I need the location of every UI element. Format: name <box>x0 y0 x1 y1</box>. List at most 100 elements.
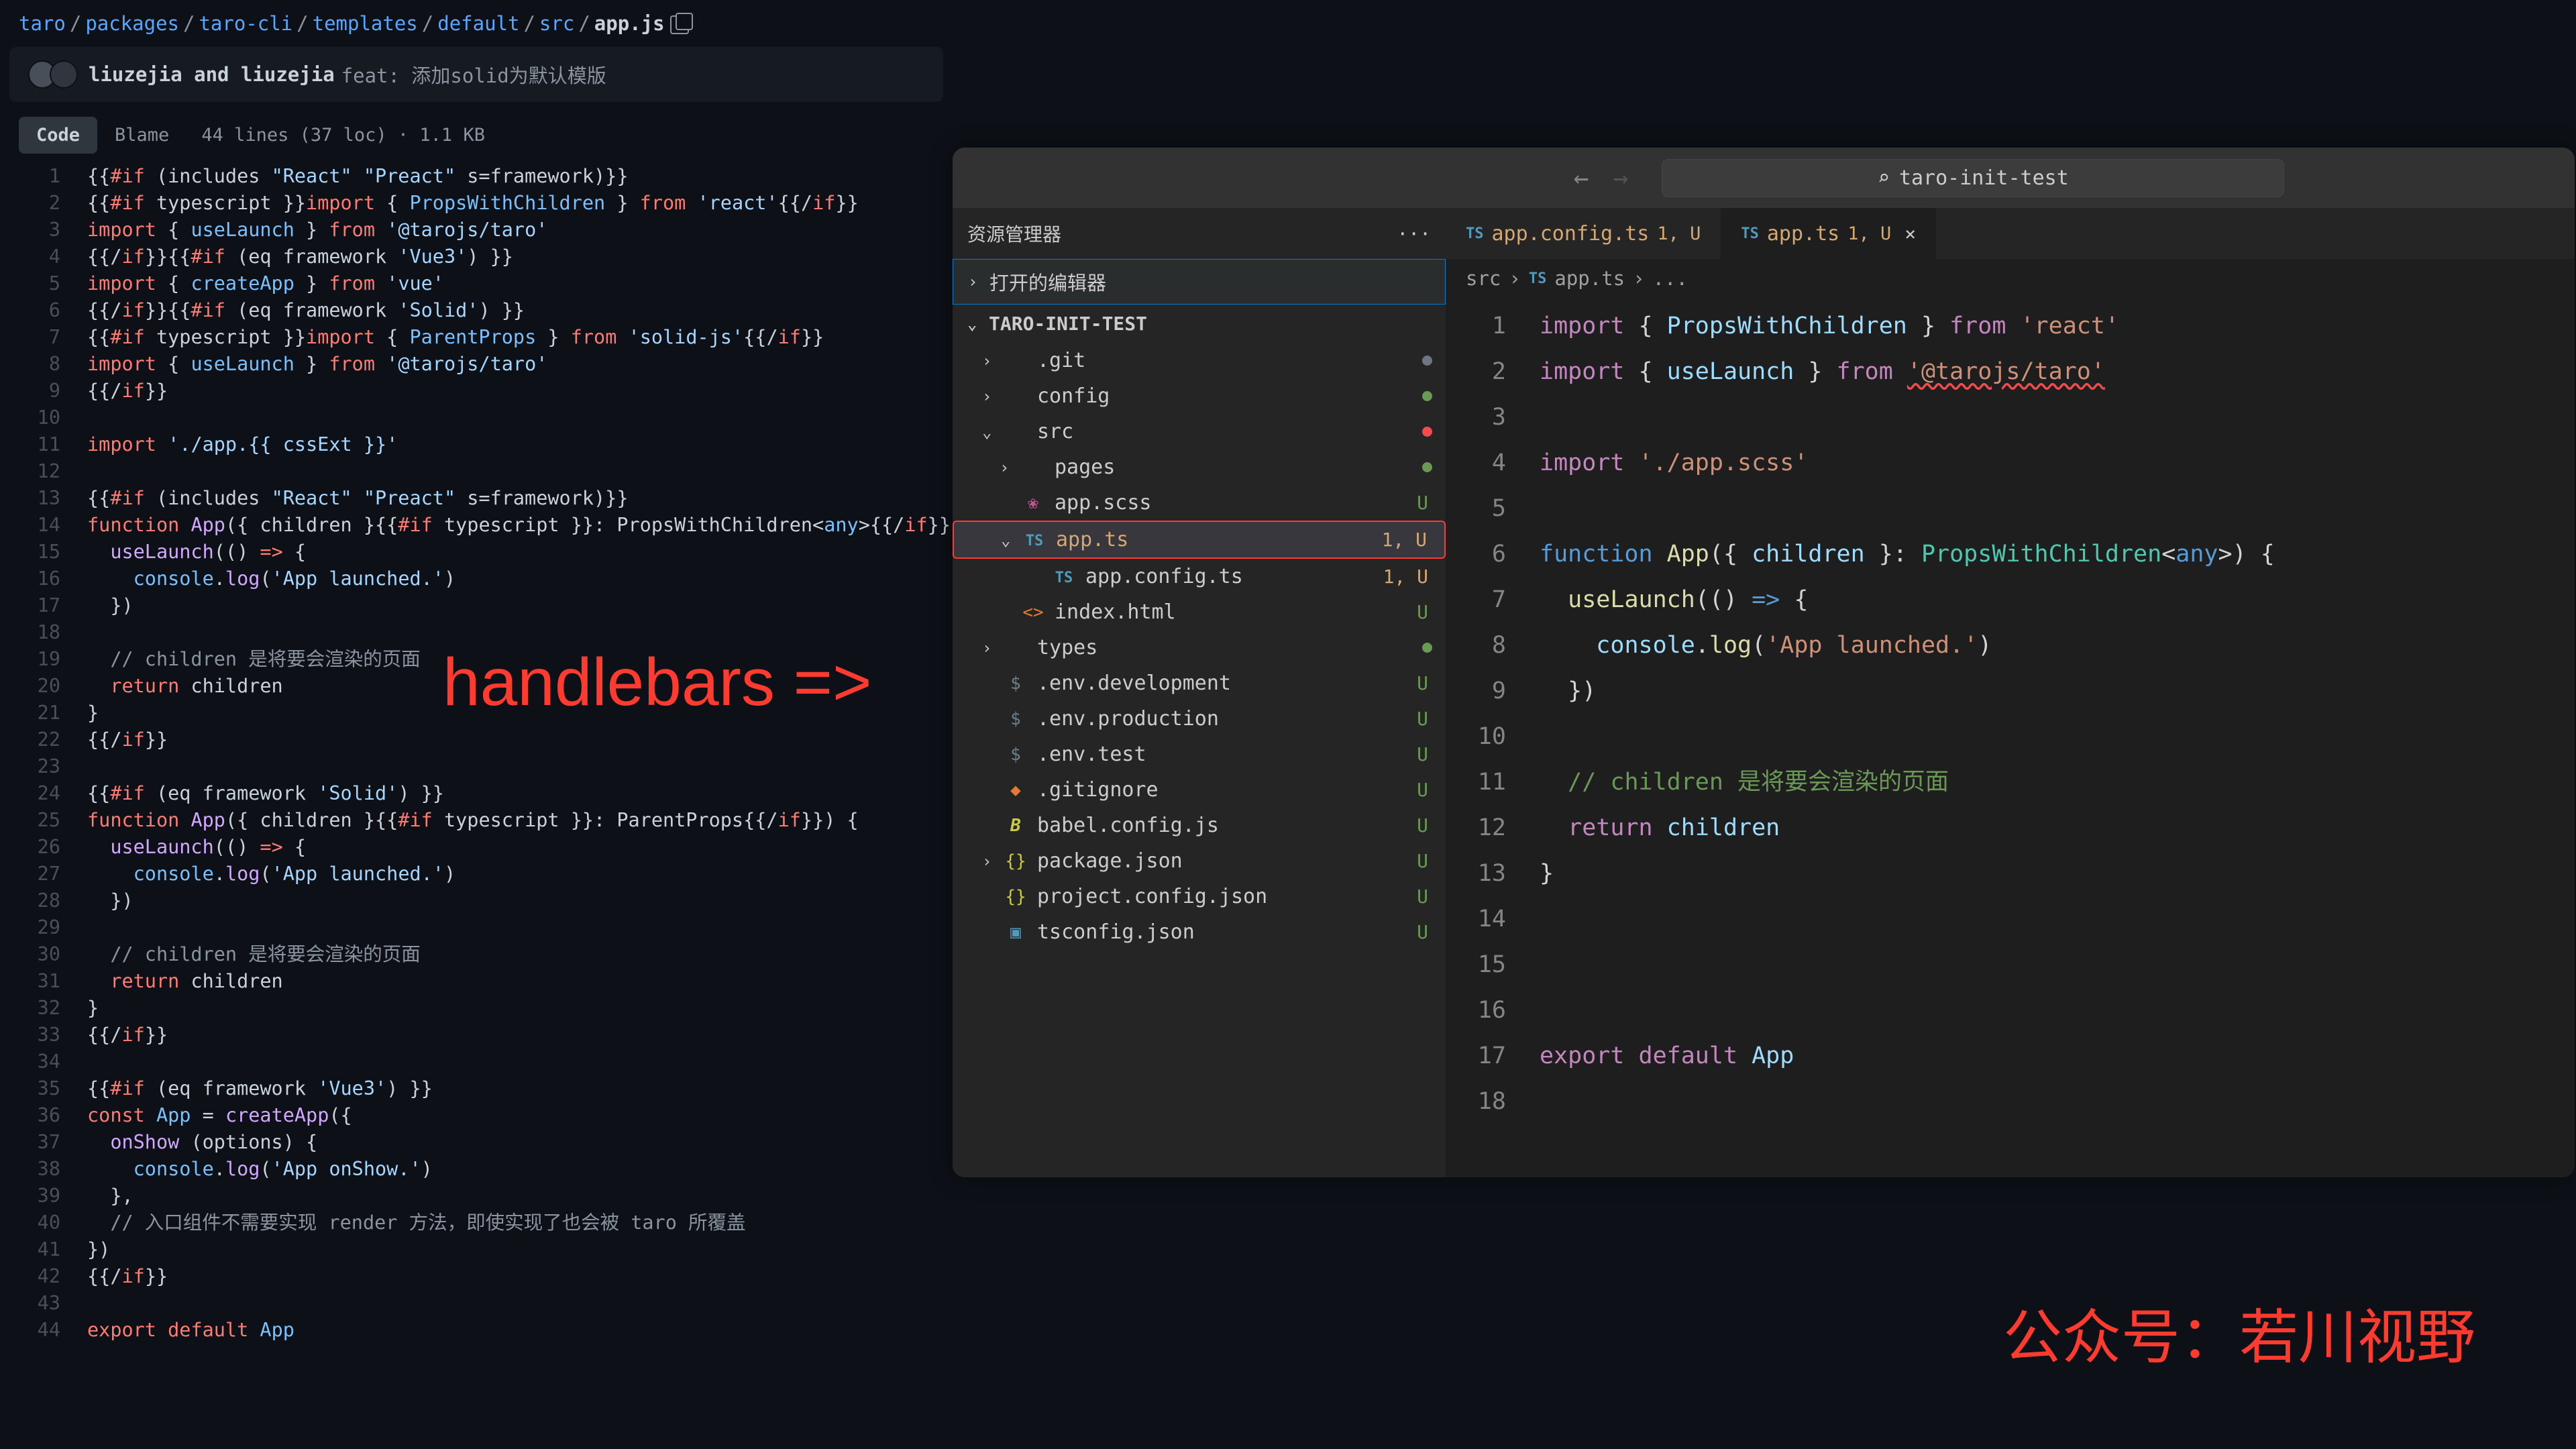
code-line[interactable]: 29 <box>0 914 953 941</box>
code-line[interactable]: 10 <box>0 405 953 431</box>
tree-item[interactable]: TSapp.config.ts1, U <box>953 559 1446 594</box>
editor-line[interactable]: 18 <box>1446 1079 2575 1124</box>
code-line[interactable]: 41}) <box>0 1236 953 1263</box>
code-line[interactable]: 27 console.log('App launched.') <box>0 861 953 888</box>
editor-line[interactable]: 1import { PropsWithChildren } from 'reac… <box>1446 303 2575 349</box>
code-view[interactable]: 1{{#if (includes "React" "Preact" s=fram… <box>0 158 953 1449</box>
more-icon[interactable]: ··· <box>1397 223 1431 245</box>
breadcrumb-link[interactable]: src <box>539 12 574 35</box>
editor-line[interactable]: 3 <box>1446 394 2575 440</box>
tree-item[interactable]: ›.git <box>953 343 1446 378</box>
code-line[interactable]: 9{{/if}} <box>0 378 953 405</box>
editor-content[interactable]: 1import { PropsWithChildren } from 'reac… <box>1446 298 2575 1177</box>
code-line[interactable]: 32} <box>0 995 953 1022</box>
code-line[interactable]: 16 console.log('App launched.') <box>0 566 953 592</box>
tree-item[interactable]: <>index.htmlU <box>953 594 1446 630</box>
code-line[interactable]: 42{{/if}} <box>0 1263 953 1290</box>
code-line[interactable]: 40 // 入口组件不需要实现 render 方法，即使实现了也会被 taro … <box>0 1210 953 1236</box>
code-line[interactable]: 31 return children <box>0 968 953 995</box>
code-line[interactable]: 18 <box>0 619 953 646</box>
breadcrumb-link[interactable]: taro <box>19 12 66 35</box>
editor-line[interactable]: 15 <box>1446 942 2575 987</box>
code-line[interactable]: 34 <box>0 1049 953 1075</box>
crumb[interactable]: src <box>1466 267 1501 290</box>
code-line[interactable]: 37 onShow (options) { <box>0 1129 953 1156</box>
code-line[interactable]: 24{{#if (eq framework 'Solid') }} <box>0 780 953 807</box>
tree-item[interactable]: ⌄src <box>953 414 1446 449</box>
code-line[interactable]: 33{{/if}} <box>0 1022 953 1049</box>
code-line[interactable]: 8import { useLaunch } from '@tarojs/taro… <box>0 351 953 378</box>
tree-item[interactable]: $.env.productionU <box>953 701 1446 737</box>
code-line[interactable]: 15 useLaunch(() => { <box>0 539 953 566</box>
breadcrumb-link[interactable]: packages <box>85 12 179 35</box>
tree-item[interactable]: ›{}package.jsonU <box>953 843 1446 879</box>
editor-line[interactable]: 5 <box>1446 486 2575 531</box>
editor-line[interactable]: 14 <box>1446 896 2575 942</box>
tree-item[interactable]: Bbabel.config.jsU <box>953 808 1446 843</box>
editor-tab[interactable]: TSapp.config.ts1, U <box>1446 208 1721 259</box>
code-line[interactable]: 44export default App <box>0 1317 953 1344</box>
code-line[interactable]: 11import './app.{{ cssExt }}' <box>0 431 953 458</box>
editor-line[interactable]: 17export default App <box>1446 1033 2575 1079</box>
project-section[interactable]: ⌄ TARO-INIT-TEST <box>953 305 1446 343</box>
code-line[interactable]: 3import { useLaunch } from '@tarojs/taro… <box>0 217 953 244</box>
code-line[interactable]: 38 console.log('App onShow.') <box>0 1156 953 1183</box>
close-icon[interactable]: × <box>1904 223 1916 245</box>
code-line[interactable]: 6{{/if}}{{#if (eq framework 'Solid') }} <box>0 297 953 324</box>
code-line[interactable]: 12 <box>0 458 953 485</box>
breadcrumb-link[interactable]: templates <box>313 12 418 35</box>
code-line[interactable]: 1{{#if (includes "React" "Preact" s=fram… <box>0 163 953 190</box>
editor-breadcrumb[interactable]: src › TS app.ts › ... <box>1446 259 2575 298</box>
commit-message[interactable]: feat: 添加solid为默认模版 <box>341 60 606 89</box>
command-center[interactable]: ⌕ taro-init-test <box>1662 159 2284 197</box>
code-line[interactable]: 28 }) <box>0 888 953 914</box>
code-line[interactable]: 35{{#if (eq framework 'Vue3') }} <box>0 1075 953 1102</box>
nav-back-icon[interactable]: ← <box>1574 163 1589 193</box>
tree-item[interactable]: {}project.config.jsonU <box>953 879 1446 914</box>
tree-item[interactable]: ◆.gitignoreU <box>953 772 1446 808</box>
tree-item[interactable]: ⌄TSapp.ts1, U <box>953 521 1446 559</box>
code-line[interactable]: 23 <box>0 753 953 780</box>
editor-line[interactable]: 12 return children <box>1446 805 2575 851</box>
breadcrumb-link[interactable]: taro-cli <box>199 12 292 35</box>
editor-line[interactable]: 4import './app.scss' <box>1446 440 2575 486</box>
breadcrumb-link[interactable]: default <box>437 12 519 35</box>
code-line[interactable]: 39 }, <box>0 1183 953 1210</box>
code-line[interactable]: 36const App = createApp({ <box>0 1102 953 1129</box>
commit-authors[interactable]: liuzejia and liuzejia <box>89 63 335 86</box>
editor-line[interactable]: 2import { useLaunch } from '@tarojs/taro… <box>1446 349 2575 394</box>
editor-line[interactable]: 16 <box>1446 987 2575 1033</box>
commit-bar[interactable]: liuzejia and liuzejia feat: 添加solid为默认模版 <box>9 47 943 102</box>
tree-item[interactable]: ▣tsconfig.jsonU <box>953 914 1446 950</box>
editor-line[interactable]: 7 useLaunch(() => { <box>1446 577 2575 623</box>
tree-item[interactable]: ›types <box>953 630 1446 665</box>
editor-tab[interactable]: TSapp.ts1, U× <box>1721 208 1936 259</box>
nav-forward-icon[interactable]: → <box>1613 163 1629 193</box>
tree-item[interactable]: $.env.developmentU <box>953 665 1446 701</box>
tree-item[interactable]: ❀app.scssU <box>953 485 1446 521</box>
crumb[interactable]: app.ts <box>1554 267 1625 290</box>
tree-item[interactable]: $.env.testU <box>953 737 1446 772</box>
open-editors-section[interactable]: › 打开的编辑器 <box>953 259 1446 305</box>
code-line[interactable]: 14function App({ children }{{#if typescr… <box>0 512 953 539</box>
editor-line[interactable]: 9 }) <box>1446 668 2575 714</box>
editor-line[interactable]: 6function App({ children }: PropsWithChi… <box>1446 531 2575 577</box>
code-line[interactable]: 43 <box>0 1290 953 1317</box>
copy-path-icon[interactable] <box>670 15 689 34</box>
code-line[interactable]: 2{{#if typescript }}import { PropsWithCh… <box>0 190 953 217</box>
code-line[interactable]: 22{{/if}} <box>0 727 953 753</box>
tab-code[interactable]: Code <box>19 117 97 154</box>
code-line[interactable]: 30 // children 是将要会渲染的页面 <box>0 941 953 968</box>
code-line[interactable]: 13{{#if (includes "React" "Preact" s=fra… <box>0 485 953 512</box>
code-line[interactable]: 4{{/if}}{{#if (eq framework 'Vue3') }} <box>0 244 953 270</box>
code-line[interactable]: 26 useLaunch(() => { <box>0 834 953 861</box>
code-line[interactable]: 17 }) <box>0 592 953 619</box>
editor-line[interactable]: 8 console.log('App launched.') <box>1446 623 2575 668</box>
editor-line[interactable]: 11 // children 是将要会渲染的页面 <box>1446 759 2575 805</box>
tree-item[interactable]: ›config <box>953 378 1446 414</box>
crumb[interactable]: ... <box>1653 267 1688 290</box>
editor-line[interactable]: 13} <box>1446 851 2575 896</box>
avatar[interactable] <box>50 60 78 89</box>
tab-blame[interactable]: Blame <box>97 117 186 154</box>
editor-line[interactable]: 10 <box>1446 714 2575 759</box>
